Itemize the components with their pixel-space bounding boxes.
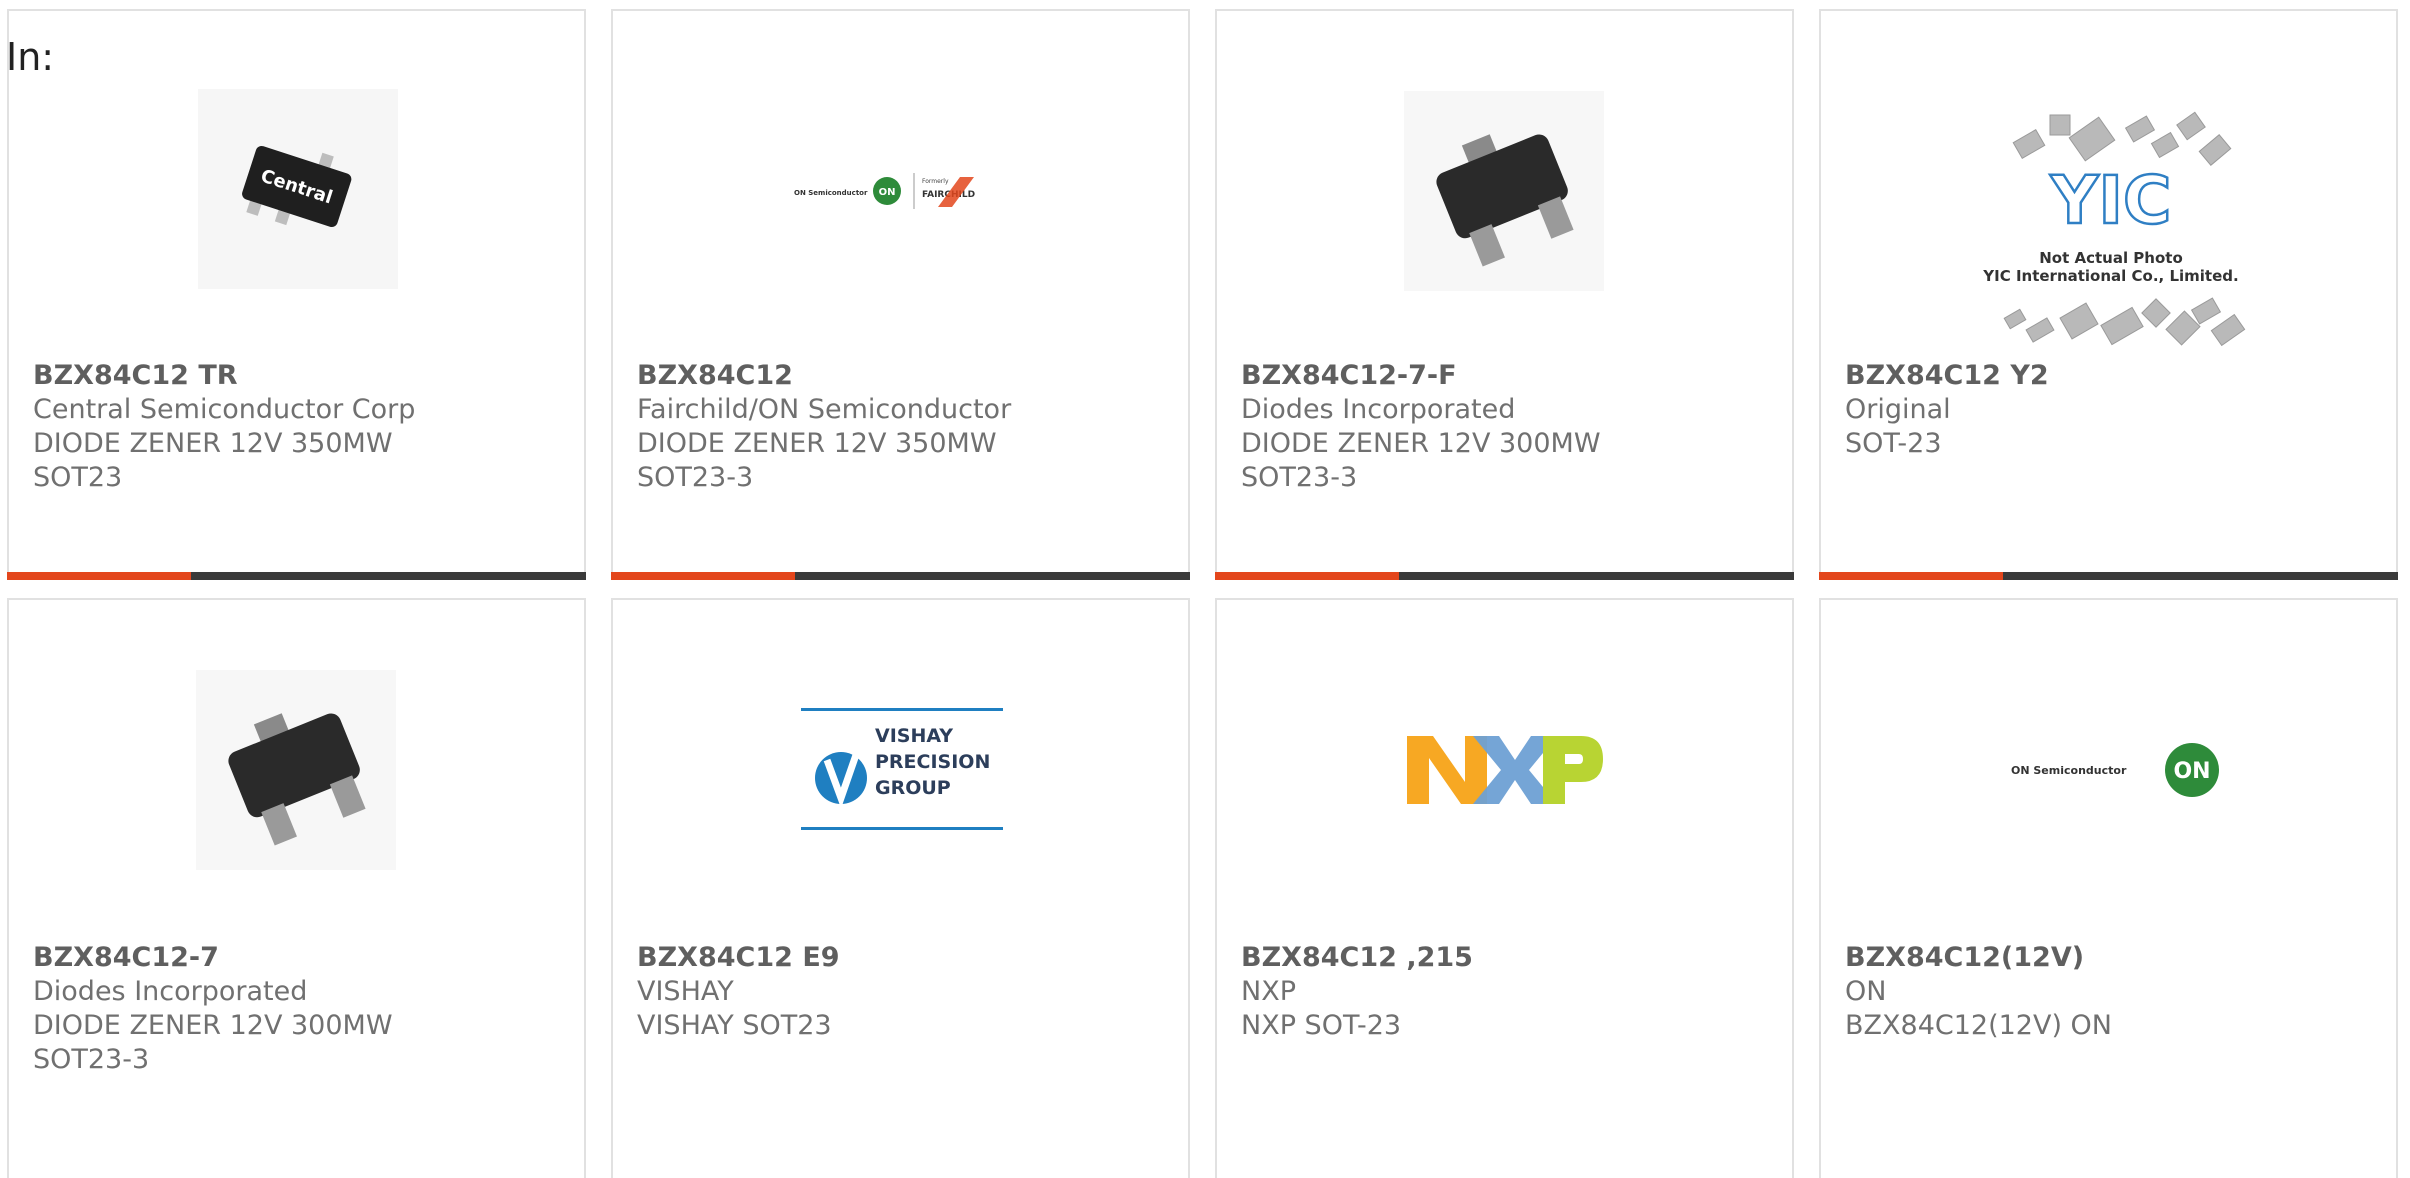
product-info: BZX84C12 E9 VISHAY VISHAY SOT23 [637,941,1168,1043]
yic-caption-1: Not Actual Photo [2039,249,2183,267]
description: VISHAY SOT23 [637,1010,832,1041]
product-card[interactable]: VISHAY PRECISION GROUP BZX84C12 E9 VISHA… [611,598,1190,1178]
formerly-text: Formerly [922,178,949,185]
card-underline [7,572,586,580]
card-underline-accent [611,572,795,580]
product-card[interactable]: BZX84C12-7 Diodes Incorporated DIODE ZEN… [7,598,586,1178]
description: SOT-23 [1845,428,1942,459]
central-sot23-icon: Central [198,89,398,289]
product-info: BZX84C12 Y2 Original SOT-23 [1845,359,2376,461]
part-number[interactable]: BZX84C12 ,215 [1241,941,1772,975]
manufacturer: VISHAY [637,976,734,1007]
product-image[interactable]: ON Semiconductor ON Formerly FAIRCHILD [792,81,1012,301]
part-number[interactable]: BZX84C12-7-F [1241,359,1772,393]
card-underline [1819,572,2398,580]
on-semiconductor-text: ON Semiconductor [2011,764,2127,777]
product-info: BZX84C12 ,215 NXP NXP SOT-23 [1241,941,1772,1043]
description: NXP SOT-23 [1241,1010,1402,1041]
part-number[interactable]: BZX84C12 E9 [637,941,1168,975]
product-info: BZX84C12 TR Central Semiconductor Corp D… [33,359,564,495]
description: DIODE ZENER 12V 350MW [33,428,393,459]
product-image[interactable]: Central [198,89,398,289]
part-number[interactable]: BZX84C12(12V) [1845,941,2376,975]
vishay-line-3: GROUP [875,777,951,799]
product-image[interactable] [196,670,396,870]
product-image[interactable]: VISHAY PRECISION GROUP [801,708,1003,832]
description: BZX84C12(12V) ON [1845,1010,2113,1041]
yic-logo: YIC [2050,162,2172,239]
yic-caption-2: YIC International Co., Limited. [1982,267,2238,285]
on-semiconductor-logo: ON Semiconductor ON [2011,743,2219,797]
card-underline-accent [1819,572,2003,580]
product-card[interactable]: BZX84C12-7-F Diodes Incorporated DIODE Z… [1215,9,1794,580]
card-underline [1215,572,1794,580]
page-label: In: [6,35,55,79]
product-card[interactable]: YIC Not Actual Photo YIC International C… [1819,9,2398,580]
product-info: BZX84C12 Fairchild/ON Semiconductor DIOD… [637,359,1168,495]
on-badge: ON [2173,759,2210,784]
manufacturer: Central Semiconductor Corp [33,394,416,425]
part-number[interactable]: BZX84C12 [637,359,1168,393]
product-grid: Central BZX84C12 TR Central Semiconducto… [0,0,2410,1178]
product-info: BZX84C12-7 Diodes Incorporated DIODE ZEN… [33,941,564,1077]
vishay-precision-logo: VISHAY PRECISION GROUP [801,708,1003,830]
manufacturer: Diodes Incorporated [1241,394,1516,425]
package: SOT23-3 [33,1044,150,1075]
nxp-logo [1407,736,1603,804]
manufacturer: ON [1845,976,1887,1007]
svg-text:ON: ON [879,187,896,198]
product-card[interactable]: ON Semiconductor ON BZX84C12(12V) ON BZX… [1819,598,2398,1178]
sot23-package-icon [196,670,396,870]
card-underline-accent [1215,572,1399,580]
description: DIODE ZENER 12V 350MW [637,428,997,459]
manufacturer: Diodes Incorporated [33,976,308,1007]
card-underline-accent [7,572,191,580]
vishay-line-1: VISHAY [875,725,953,747]
product-card[interactable]: BZX84C12 ,215 NXP NXP SOT-23 [1215,598,1794,1178]
package: SOT23 [33,462,123,493]
part-number[interactable]: BZX84C12-7 [33,941,564,975]
product-image[interactable]: YIC Not Actual Photo YIC International C… [1976,103,2246,348]
part-number[interactable]: BZX84C12 TR [33,359,564,393]
product-image[interactable] [1404,91,1604,291]
product-image[interactable] [1403,732,1607,808]
product-image[interactable]: ON Semiconductor ON [2009,735,2229,805]
product-info: BZX84C12(12V) ON BZX84C12(12V) ON [1845,941,2376,1043]
manufacturer: Fairchild/ON Semiconductor [637,394,1012,425]
yic-not-actual-photo: YIC Not Actual Photo YIC International C… [1982,111,2246,347]
product-card[interactable]: ON Semiconductor ON Formerly FAIRCHILD B… [611,9,1190,580]
package: SOT23-3 [637,462,754,493]
product-info: BZX84C12-7-F Diodes Incorporated DIODE Z… [1241,359,1772,495]
description: DIODE ZENER 12V 300MW [33,1010,393,1041]
sot23-package-icon [1404,91,1604,291]
package: SOT23-3 [1241,462,1358,493]
manufacturer: Original [1845,394,1951,425]
manufacturer: NXP [1241,976,1296,1007]
product-card[interactable]: Central BZX84C12 TR Central Semiconducto… [7,9,586,580]
part-number[interactable]: BZX84C12 Y2 [1845,359,2376,393]
description: DIODE ZENER 12V 300MW [1241,428,1601,459]
on-semiconductor-text: ON Semiconductor [794,189,868,197]
vishay-line-2: PRECISION [875,751,990,773]
on-fairchild-logo: ON Semiconductor ON Formerly FAIRCHILD [794,173,975,209]
card-underline [611,572,1190,580]
